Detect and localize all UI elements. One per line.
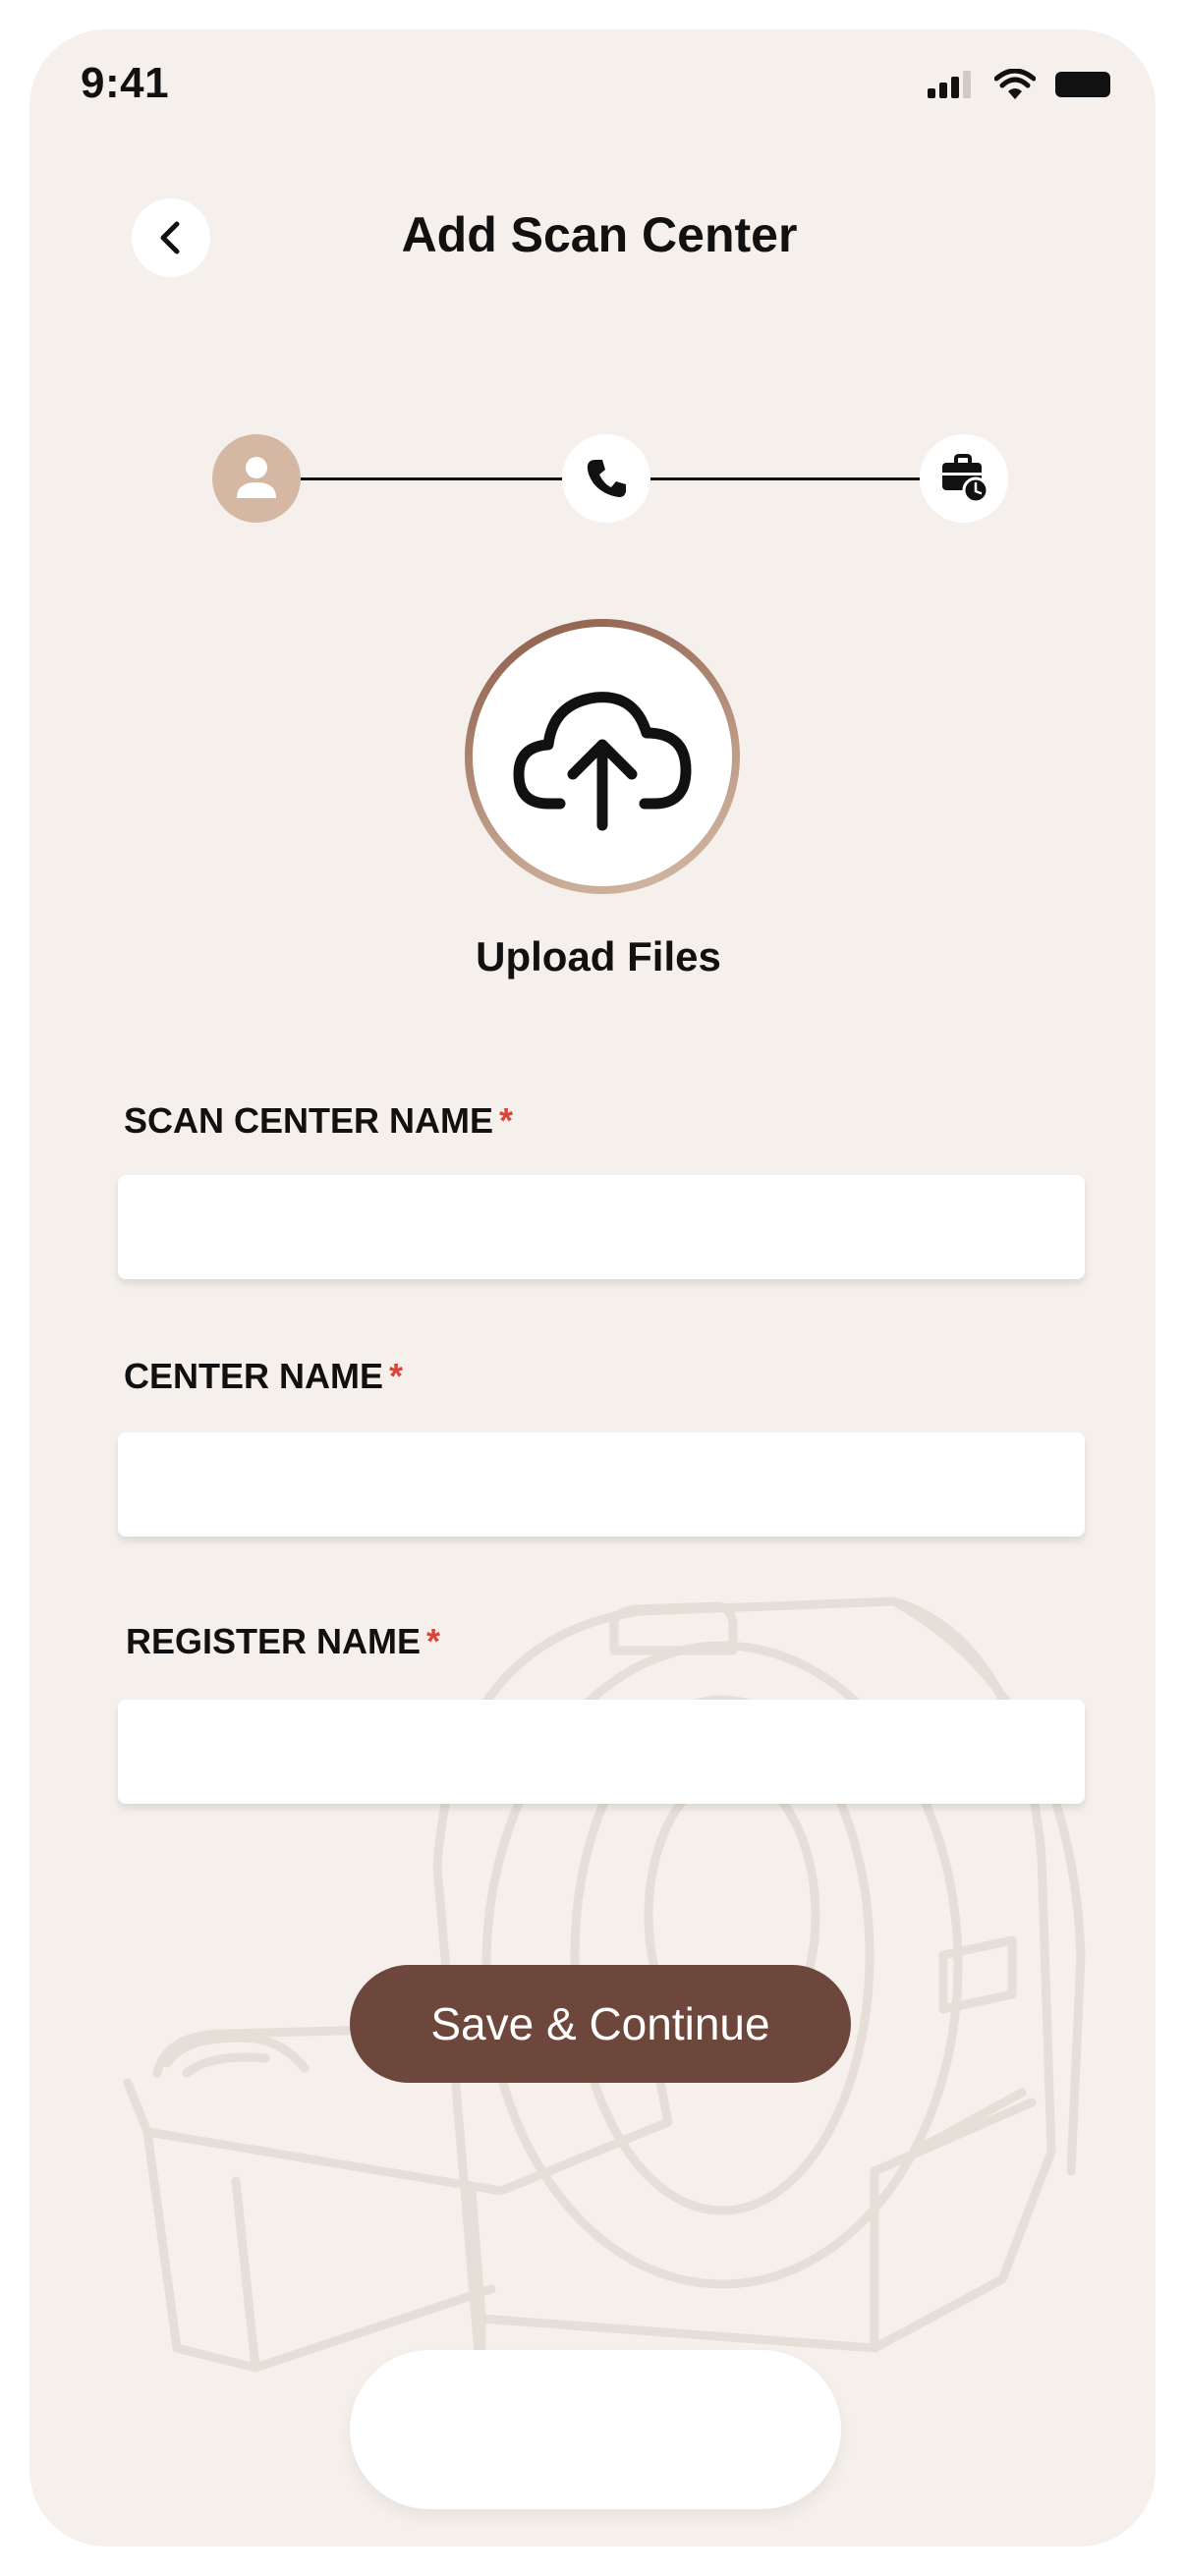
required-mark: * (389, 1356, 404, 1396)
progress-stepper (212, 434, 1008, 523)
upload-button[interactable] (465, 619, 740, 894)
scan-center-name-input[interactable] (118, 1175, 1085, 1279)
register-name-input[interactable] (118, 1700, 1085, 1804)
signal-icon (928, 71, 971, 98)
upload-button-face (473, 627, 732, 886)
field-label-text: REGISTER NAME (126, 1621, 422, 1661)
phone-screen: 9:41 Add Scan Center Upload Files SCAN C… (29, 29, 1156, 2547)
phone-icon (587, 460, 626, 497)
center-name-input[interactable] (118, 1432, 1085, 1537)
upload-label: Upload Files (476, 933, 721, 980)
briefcase-clock-icon (942, 454, 989, 504)
center-name-label: CENTER NAME * (124, 1356, 403, 1397)
battery-icon (1055, 72, 1110, 97)
field-label-text: CENTER NAME (124, 1356, 384, 1396)
step-connector (650, 477, 920, 480)
bottom-pill[interactable] (350, 2350, 841, 2509)
step-connector (301, 477, 562, 480)
save-continue-button[interactable]: Save & Continue (350, 1965, 851, 2083)
cloud-upload-icon (513, 692, 692, 831)
step-contact[interactable] (562, 434, 650, 523)
wifi-icon (994, 69, 1036, 99)
status-time: 9:41 (81, 59, 170, 107)
required-mark: * (426, 1621, 441, 1661)
register-name-label: REGISTER NAME * (126, 1621, 440, 1662)
field-label-text: SCAN CENTER NAME (124, 1100, 494, 1141)
scanner-illustration (123, 1596, 1086, 2392)
scan-center-name-label: SCAN CENTER NAME * (124, 1100, 513, 1142)
status-icons (928, 69, 1114, 100)
step-personal-info[interactable] (212, 434, 301, 523)
user-icon (237, 457, 276, 498)
page-title: Add Scan Center (401, 207, 798, 262)
step-business-hours[interactable] (920, 434, 1008, 523)
required-mark: * (499, 1100, 514, 1141)
